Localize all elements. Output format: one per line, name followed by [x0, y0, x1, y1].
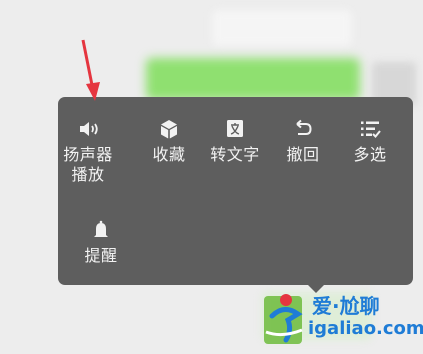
multi-select-icon	[361, 121, 381, 138]
watermark-logo-icon	[264, 294, 303, 344]
recall-button[interactable]: 撤回	[268, 117, 338, 165]
favorite-cube-icon	[161, 120, 177, 139]
speaker-icon	[80, 122, 98, 136]
favorite-label: 收藏	[152, 145, 186, 164]
remind-label: 提醒	[84, 246, 118, 265]
speaker-play-button[interactable]: 扬声器 播放	[58, 117, 118, 185]
bell-icon	[94, 220, 108, 237]
recall-label: 撤回	[286, 145, 320, 164]
undo-icon	[296, 119, 312, 135]
message-context-menu: 扬声器 播放 收藏 转文字 撤回 多选 提醒	[58, 97, 413, 285]
multi-select-label: 多选	[353, 145, 387, 164]
watermark: 爱·尬聊 igaliao.com	[262, 282, 423, 352]
favorite-button[interactable]: 收藏	[134, 117, 204, 165]
selected-voice-message-bubble[interactable]	[146, 58, 360, 100]
convert-to-text-button[interactable]: 转文字	[200, 117, 270, 165]
text-convert-icon	[227, 120, 243, 137]
watermark-url: igaliao.com	[308, 318, 423, 339]
speaker-play-label: 扬声器 播放	[63, 145, 113, 184]
convert-to-text-label: 转文字	[210, 145, 260, 164]
red-arrow-annotation	[81, 39, 100, 101]
blurred-message-bubble	[212, 10, 352, 46]
remind-button[interactable]: 提醒	[66, 218, 136, 266]
watermark-title: 爱·尬聊	[312, 294, 380, 318]
multi-select-button[interactable]: 多选	[335, 117, 405, 165]
